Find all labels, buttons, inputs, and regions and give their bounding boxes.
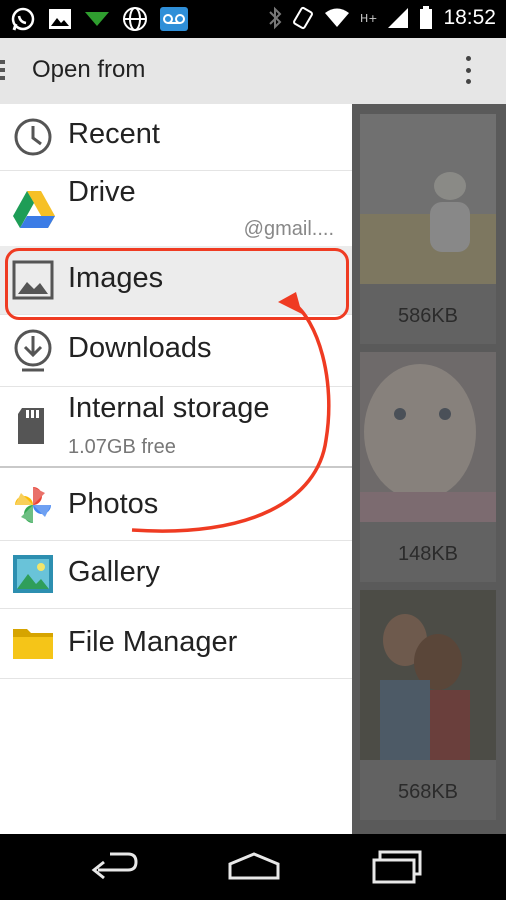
navigation-bar [0,834,506,900]
back-icon[interactable] [88,850,140,884]
arrowhead-icon [278,292,302,314]
recents-icon[interactable] [370,850,424,884]
home-icon[interactable] [226,850,282,884]
annotation-arrow [131,292,331,533]
